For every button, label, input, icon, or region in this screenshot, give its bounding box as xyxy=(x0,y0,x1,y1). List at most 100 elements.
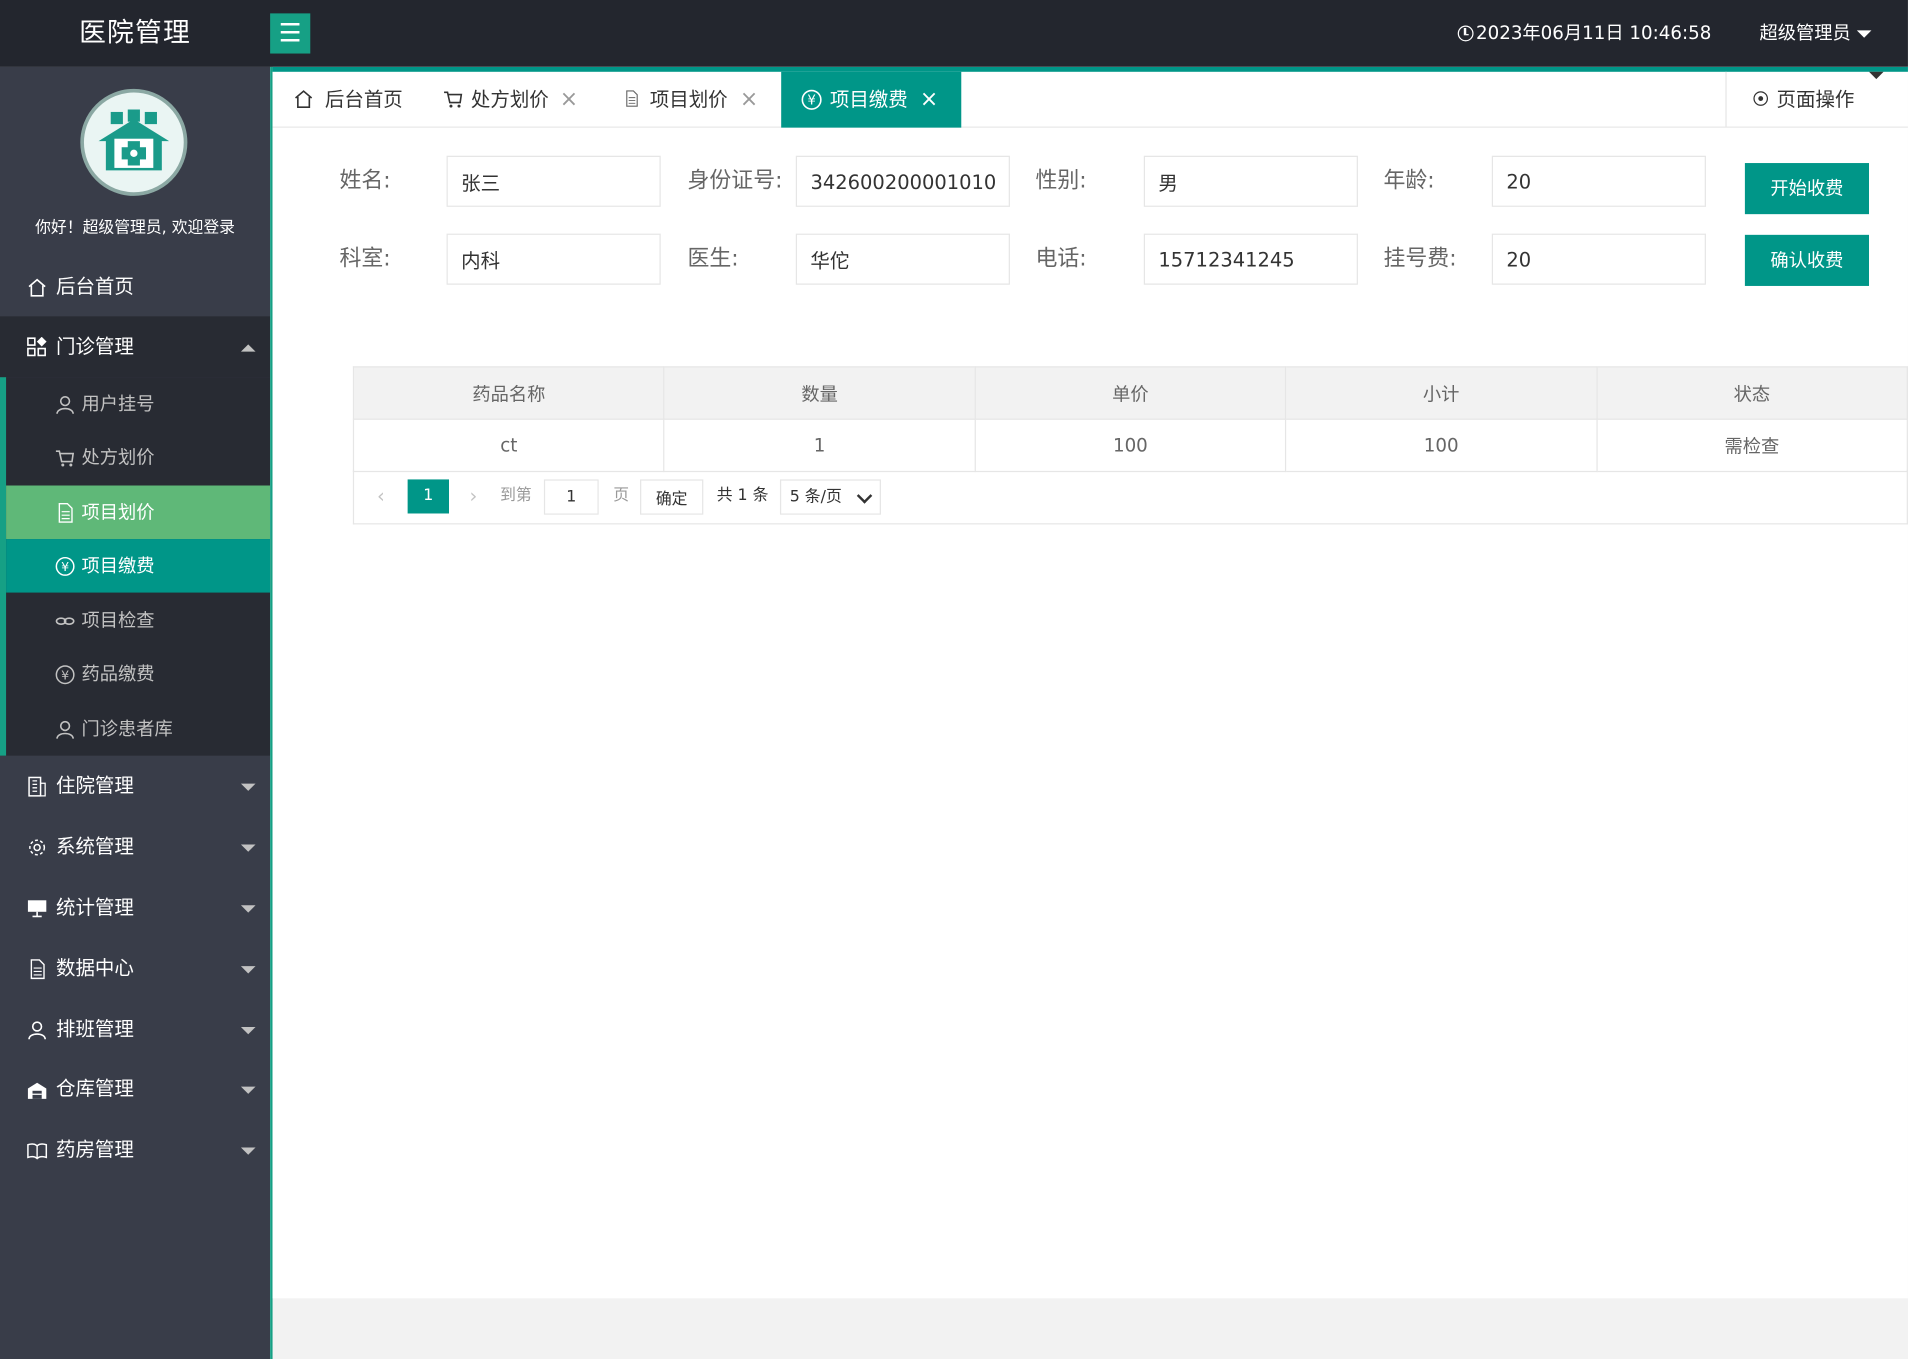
doctor-input[interactable] xyxy=(795,233,1010,285)
name-input[interactable] xyxy=(446,155,661,207)
clock-icon xyxy=(1457,25,1474,42)
prev-page-button[interactable]: ‹ xyxy=(366,479,395,513)
cell-quantity: 1 xyxy=(663,418,976,473)
table-header-row: 药品名称 数量 单价 小计 状态 xyxy=(352,366,1908,420)
goto-page-input[interactable] xyxy=(543,479,599,515)
page-operations-menu[interactable]: 页面操作 xyxy=(1725,71,1908,128)
gender-input[interactable] xyxy=(1143,155,1358,207)
current-page[interactable]: 1 xyxy=(407,479,449,514)
start-charge-button[interactable]: 开始收费 xyxy=(1744,163,1870,215)
sidebar-item-prescription-pricing[interactable]: 处方划价 xyxy=(6,431,270,485)
home-icon xyxy=(295,90,313,109)
sidebar-item-user-register[interactable]: 用户挂号 xyxy=(6,377,270,431)
tab-home[interactable]: 后台首页 xyxy=(273,72,429,128)
user-icon xyxy=(28,1021,46,1040)
sidebar-item-label: 处方划价 xyxy=(81,446,155,469)
dept-label: 科室: xyxy=(339,245,391,272)
chevron-down-icon xyxy=(240,756,256,817)
dept-input[interactable] xyxy=(446,233,661,285)
datetime-text: 2023年06月11日 10:46:58 xyxy=(1475,21,1712,44)
nav-pharmacy[interactable]: 药房管理 xyxy=(0,1119,270,1180)
yen-icon: ¥ xyxy=(55,665,75,685)
close-icon[interactable]: × xyxy=(560,72,578,128)
user-name: 超级管理员 xyxy=(1759,21,1851,44)
hamburger-icon: ☰ xyxy=(278,18,302,48)
next-page-button[interactable]: › xyxy=(459,479,488,513)
sidebar-item-item-payment[interactable]: ¥ 项目缴费 xyxy=(6,539,271,593)
link-icon xyxy=(55,617,75,625)
svg-text:¥: ¥ xyxy=(807,94,816,109)
tab-label: 处方划价 xyxy=(470,87,549,111)
phone-input[interactable] xyxy=(1143,233,1358,285)
svg-text:¥: ¥ xyxy=(61,559,69,574)
sidebar-item-item-check[interactable]: 项目检查 xyxy=(6,594,270,648)
apps-icon xyxy=(27,337,47,357)
chevron-up-icon xyxy=(240,316,256,377)
reg-fee-label: 挂号费: xyxy=(1383,245,1457,272)
goto-confirm-button[interactable]: 确定 xyxy=(640,479,704,515)
document-icon xyxy=(30,959,45,980)
hospital-logo-icon xyxy=(98,109,170,171)
nav-home[interactable]: 后台首页 xyxy=(0,257,270,318)
sidebar-item-drug-payment[interactable]: ¥ 药品缴费 xyxy=(6,647,270,701)
nav-system-label: 系统管理 xyxy=(55,834,134,858)
user-icon xyxy=(56,395,74,414)
document-icon xyxy=(58,502,73,523)
nav-warehouse-label: 仓库管理 xyxy=(55,1076,134,1100)
tab-item-payment[interactable]: ¥ 项目缴费 × xyxy=(781,71,962,128)
page-size-select[interactable]: 5 条/页 xyxy=(779,479,881,515)
tab-item-pricing[interactable]: 项目划价 × xyxy=(606,72,779,128)
chevron-down-icon xyxy=(240,1119,256,1180)
datetime-display: 2023年06月11日 10:46:58 xyxy=(1457,0,1712,67)
tab-prescription-pricing[interactable]: 处方划价 × xyxy=(428,72,596,128)
close-icon[interactable]: × xyxy=(740,72,758,128)
sidebar-item-patient-library[interactable]: 门诊患者库 xyxy=(6,702,270,756)
gear-icon xyxy=(29,839,46,856)
menu-toggle-button[interactable]: ☰ xyxy=(270,13,311,54)
user-menu[interactable]: 超级管理员 xyxy=(1759,0,1872,67)
total-count: 共 1 条 xyxy=(716,486,769,505)
age-input[interactable] xyxy=(1491,155,1706,207)
sidebar: 你好！超级管理员, 欢迎登录 后台首页 门诊管理 用户挂号 处方划价 项目划价 xyxy=(0,66,271,1359)
welcome-text: 你好！超级管理员, 欢迎登录 xyxy=(35,219,235,238)
avatar xyxy=(80,88,188,196)
svg-text:¥: ¥ xyxy=(61,667,69,682)
reg-fee-input[interactable] xyxy=(1491,233,1706,285)
nav-warehouse[interactable]: 仓库管理 xyxy=(0,1059,270,1120)
confirm-charge-button[interactable]: 确认收费 xyxy=(1744,234,1870,286)
gender-label: 性别: xyxy=(1035,167,1087,194)
chevron-down-icon xyxy=(1856,29,1872,38)
nav-inpatient[interactable]: 住院管理 xyxy=(0,756,270,817)
col-subtotal: 小计 xyxy=(1285,366,1598,420)
nav-statistics[interactable]: 统计管理 xyxy=(0,877,270,938)
chevron-down-icon xyxy=(240,1059,256,1120)
col-quantity: 数量 xyxy=(663,366,976,420)
nav-data-center[interactable]: 数据中心 xyxy=(0,938,270,999)
nav-data-center-label: 数据中心 xyxy=(55,956,134,980)
chevron-down-icon xyxy=(856,488,873,504)
close-icon[interactable]: × xyxy=(920,72,938,128)
pagination: ‹ 1 › 到第 页 确定 共 1 条 5 条/页 xyxy=(352,469,1908,525)
goto-label: 到第 xyxy=(500,486,532,505)
id-card-label: 身份证号: xyxy=(687,167,783,194)
sidebar-item-label: 项目检查 xyxy=(81,609,155,632)
table-row[interactable]: ct 1 100 100 需检查 xyxy=(352,418,1908,473)
nav-system[interactable]: 系统管理 xyxy=(0,816,270,877)
sidebar-item-item-pricing[interactable]: 项目划价 xyxy=(6,485,271,540)
nav-outpatient[interactable]: 门诊管理 xyxy=(0,316,271,378)
nav-statistics-label: 统计管理 xyxy=(55,895,134,919)
age-label: 年龄: xyxy=(1383,167,1435,194)
cell-unit-price: 100 xyxy=(974,418,1287,473)
page-size-value: 5 条/页 xyxy=(789,487,842,507)
person-icon xyxy=(56,720,74,739)
charge-table: 药品名称 数量 单价 小计 状态 ct 1 100 100 需检查 xyxy=(352,366,1908,473)
cell-status: 需检查 xyxy=(1595,418,1908,473)
page-ops-label: 页面操作 xyxy=(1776,87,1855,111)
id-card-input[interactable] xyxy=(795,155,1010,207)
nav-schedule[interactable]: 排班管理 xyxy=(0,999,270,1060)
building-icon xyxy=(28,776,46,797)
name-label: 姓名: xyxy=(339,167,391,194)
sidebar-item-label: 门诊患者库 xyxy=(81,717,173,740)
tab-label: 后台首页 xyxy=(324,87,403,111)
yen-icon: ¥ xyxy=(55,556,75,576)
